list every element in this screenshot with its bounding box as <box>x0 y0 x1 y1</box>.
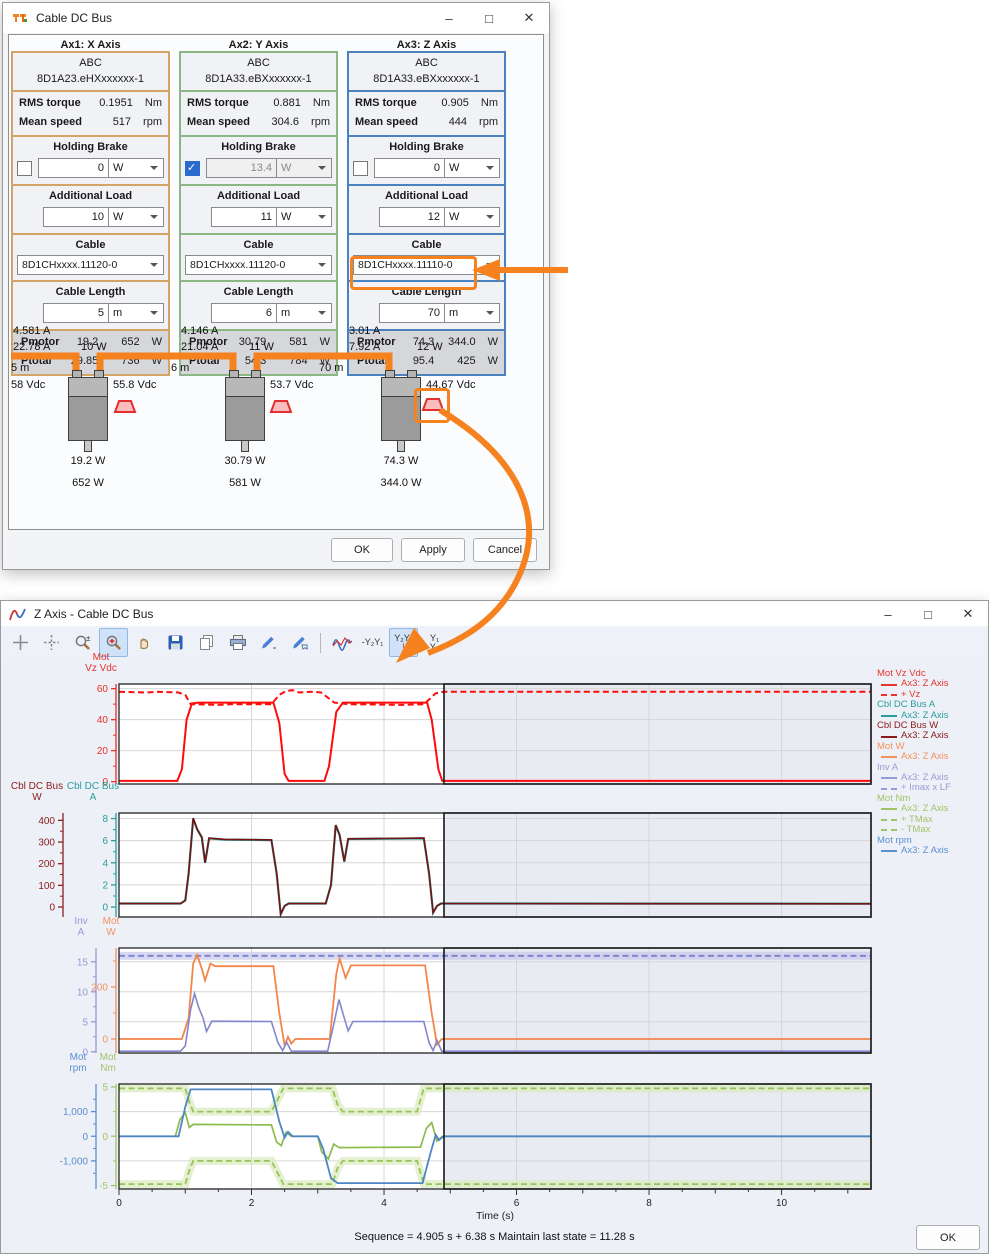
motor-total-power-label: 344.0 W <box>373 477 429 489</box>
svg-text:10: 10 <box>776 1198 788 1209</box>
minimize-button[interactable]: – <box>868 601 908 627</box>
svg-text:0: 0 <box>102 1034 108 1045</box>
svg-text:Mot: Mot <box>93 652 110 663</box>
brake-resistor-icon <box>113 398 137 414</box>
cable-dc-bus-dialog: Cable DC Bus – □ ✕ Ax1: X Axis ABC 8D1A2… <box>2 2 550 570</box>
legend-item: + TMax <box>877 815 989 825</box>
cancel-button[interactable]: Cancel <box>473 538 537 562</box>
chart-window-titlebar[interactable]: Z Axis - Cable DC Bus – □ ✕ <box>1 601 988 627</box>
svg-text:4: 4 <box>102 858 108 869</box>
svg-text:-1,000: -1,000 <box>60 1156 89 1167</box>
legend-item: Ax3: Z Axis <box>877 804 989 814</box>
svg-text:2: 2 <box>249 1198 255 1209</box>
brake-resistor-icon <box>421 396 445 412</box>
bus-segment-2 <box>100 356 233 373</box>
svg-text:1,000: 1,000 <box>63 1107 88 1118</box>
legend-item: Ax3: Z Axis <box>877 679 989 689</box>
svg-text:8: 8 <box>646 1198 652 1209</box>
svg-text:6: 6 <box>102 836 108 847</box>
svg-text:400: 400 <box>38 816 55 827</box>
motor-total-power-label: 652 W <box>68 477 108 489</box>
svg-text:0: 0 <box>102 903 108 914</box>
length-label: 5 m <box>11 362 29 374</box>
svg-text:0: 0 <box>116 1198 122 1209</box>
chart-window: Z Axis - Cable DC Bus – □ ✕ ±-Y₂Y₁Y₂Y₁!Y… <box>0 600 989 1254</box>
svg-text:60: 60 <box>97 684 109 695</box>
motor-power-label: 19.2 W <box>68 455 108 467</box>
svg-text:Vz Vdc: Vz Vdc <box>85 663 117 674</box>
current1-label: 4.146 A <box>181 325 218 337</box>
svg-text:10: 10 <box>77 987 89 998</box>
current1-label: 4.581 A <box>13 325 50 337</box>
svg-text:4: 4 <box>381 1198 387 1209</box>
svg-text:Mot: Mot <box>70 1052 87 1063</box>
chart-app-icon <box>9 607 26 622</box>
svg-text:W: W <box>106 927 116 938</box>
svg-text:2: 2 <box>102 880 108 891</box>
motor-vdc-label: 44.67 Vdc <box>426 379 476 391</box>
svg-text:20: 20 <box>97 746 109 757</box>
svg-text:Time (s): Time (s) <box>476 1210 514 1222</box>
svg-text:±: ± <box>86 634 91 643</box>
svg-text:5: 5 <box>102 1082 108 1093</box>
length-label: 70 m <box>319 362 343 374</box>
toolbar-separator <box>320 633 321 653</box>
svg-text:Cbl DC Bus: Cbl DC Bus <box>11 781 63 792</box>
load-label: 10 W <box>81 341 107 353</box>
svg-text:200: 200 <box>91 982 108 993</box>
supply-vdc-label: 58 Vdc <box>11 379 45 391</box>
legend-item: Ax3: Z Axis <box>877 846 989 856</box>
current2-label: 7.92 A <box>349 341 380 353</box>
motor-total-power-label: 581 W <box>219 477 271 489</box>
svg-text:rpm: rpm <box>69 1063 86 1074</box>
dc-bus-diagram <box>3 3 549 533</box>
svg-text:6: 6 <box>514 1198 520 1209</box>
ok-button[interactable]: OK <box>331 538 393 562</box>
svg-text:0: 0 <box>102 1132 108 1143</box>
current1-label: 3.01 A <box>349 325 380 337</box>
length-label: 6 m <box>171 362 189 374</box>
motor-vdc-label: 55.8 Vdc <box>113 379 156 391</box>
svg-text:Nm: Nm <box>100 1063 116 1074</box>
svg-text:W: W <box>32 792 42 803</box>
motor-power-label: 30.79 W <box>219 455 271 467</box>
charts-canvas: 0204060MotVz Vdc0100200300400Cbl DC BusW… <box>1 651 989 1229</box>
svg-text:200: 200 <box>38 859 55 870</box>
svg-text:100: 100 <box>38 881 55 892</box>
motor-vdc-label: 53.7 Vdc <box>270 379 313 391</box>
svg-text:15: 15 <box>77 957 89 968</box>
sequence-status: Sequence = 4.905 s + 6.38 s Maintain las… <box>1 1231 988 1243</box>
svg-text:300: 300 <box>38 838 55 849</box>
close-button[interactable]: ✕ <box>948 601 988 627</box>
chart-legend: Mot Vz VdcAx3: Z Axis+ VzCbl DC Bus AAx3… <box>877 669 989 856</box>
svg-text:A: A <box>78 927 85 938</box>
current2-label: 21.04 A <box>181 341 218 353</box>
chart-ok-button[interactable]: OK <box>916 1225 980 1250</box>
svg-text:8: 8 <box>102 814 108 825</box>
maximize-button[interactable]: □ <box>908 601 948 627</box>
apply-button[interactable]: Apply <box>401 538 465 562</box>
load-label: 12 W <box>417 341 443 353</box>
svg-text:Mot: Mot <box>103 916 120 927</box>
svg-text:-5: -5 <box>99 1181 108 1192</box>
chart-window-title: Z Axis - Cable DC Bus <box>34 607 153 621</box>
svg-text:5: 5 <box>82 1017 88 1028</box>
brake-resistor-icon <box>269 398 293 414</box>
svg-text:0: 0 <box>49 903 55 914</box>
current2-label: 22.78 A <box>13 341 50 353</box>
svg-text:Cbl DC Bus: Cbl DC Bus <box>67 781 119 792</box>
svg-text:Inv: Inv <box>74 916 87 927</box>
motor-power-label: 74.3 W <box>377 455 425 467</box>
svg-text:Mot: Mot <box>100 1052 117 1063</box>
svg-text:A: A <box>90 792 97 803</box>
svg-text:0: 0 <box>82 1132 88 1143</box>
svg-text:40: 40 <box>97 715 109 726</box>
load-label: 11 W <box>249 341 274 353</box>
legend-item: - TMax <box>877 825 989 835</box>
